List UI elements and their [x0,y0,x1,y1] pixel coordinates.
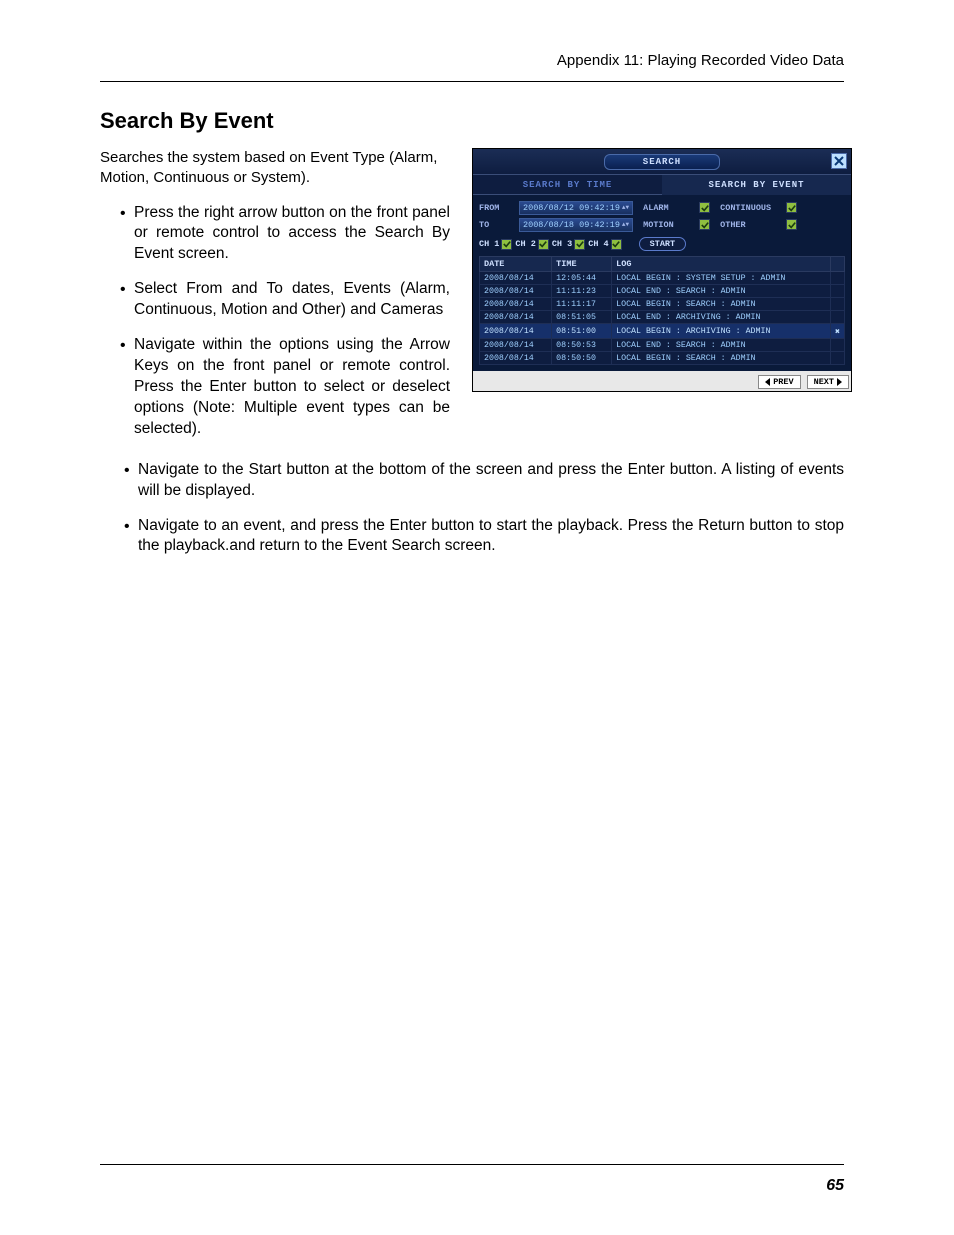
bullet-item: Navigate within the options using the Ar… [134,335,450,440]
triangle-right-icon [837,378,842,386]
triangle-left-icon [765,378,770,386]
col-date: DATE [480,257,552,272]
row-delete-button [831,285,845,298]
log-row[interactable]: 2008/08/1408:50:53LOCAL END : SEARCH : A… [480,339,845,352]
cell-date: 2008/08/14 [480,352,552,365]
check-icon [612,240,620,248]
cell-time: 08:51:05 [552,311,612,324]
col-time: TIME [552,257,612,272]
cell-date: 2008/08/14 [480,285,552,298]
bullet-item: Press the right arrow button on the fron… [134,203,450,266]
dvr-search-panel: SEARCH SEARCH BY TIME SEARCH BY EVENT FR… [472,148,852,392]
close-button[interactable] [831,153,847,169]
cell-date: 2008/08/14 [480,298,552,311]
cell-time: 11:11:23 [552,285,612,298]
cell-time: 08:51:00 [552,324,612,339]
pager: PREV NEXT [473,371,851,391]
check-icon [788,221,796,229]
appendix-header: Appendix 11: Playing Recorded Video Data [100,52,844,82]
log-row[interactable]: 2008/08/1408:50:50LOCAL BEGIN : SEARCH :… [480,352,845,365]
continuous-checkbox[interactable] [786,202,797,213]
cell-date: 2008/08/14 [480,339,552,352]
row-delete-button [831,272,845,285]
cell-log: LOCAL END : ARCHIVING : ADMIN [612,311,831,324]
page-number: 65 [826,1177,844,1195]
channel-2[interactable]: CH 2 [515,239,548,250]
right-column: SEARCH SEARCH BY TIME SEARCH BY EVENT FR… [472,148,852,454]
footer-rule [100,1164,844,1165]
ch1-checkbox[interactable] [501,239,512,250]
cell-log: LOCAL BEGIN : SEARCH : ADMIN [612,352,831,365]
left-column: Searches the system based on Event Type … [100,148,450,454]
row-delete-button[interactable]: ✖ [831,324,845,339]
spinner-icon[interactable]: ▲▼ [622,206,629,210]
start-button[interactable]: START [639,237,687,251]
check-icon [788,204,796,212]
cell-log: LOCAL BEGIN : SEARCH : ADMIN [612,298,831,311]
bullet-item: Select From and To dates, Events (Alarm,… [134,279,450,321]
dvr-titlebar: SEARCH [473,149,851,175]
cell-date: 2008/08/14 [480,272,552,285]
bullet-item: Navigate to the Start button at the bott… [138,460,844,502]
row-delete-button [831,298,845,311]
cell-log: LOCAL END : SEARCH : ADMIN [612,285,831,298]
ch2-checkbox[interactable] [538,239,549,250]
channel-3[interactable]: CH 3 [552,239,585,250]
continuous-label: CONTINUOUS [720,203,782,213]
motion-checkbox[interactable] [699,219,710,230]
cell-log: LOCAL BEGIN : ARCHIVING : ADMIN [612,324,831,339]
cell-date: 2008/08/14 [480,324,552,339]
bullet-item: Navigate to an event, and press the Ente… [138,516,844,558]
panel-title: SEARCH [604,154,720,170]
row-delete-button [831,339,845,352]
alarm-label: ALARM [643,203,695,213]
cell-date: 2008/08/14 [480,311,552,324]
cell-log: LOCAL END : SEARCH : ADMIN [612,339,831,352]
event-log-table: DATE TIME LOG 2008/08/1412:05:44LOCAL BE… [479,256,845,365]
log-row[interactable]: 2008/08/1411:11:17LOCAL BEGIN : SEARCH :… [480,298,845,311]
motion-label: MOTION [643,220,695,230]
close-icon [834,156,844,166]
tab-bar: SEARCH BY TIME SEARCH BY EVENT [473,175,851,195]
check-icon [539,240,547,248]
tab-search-by-event[interactable]: SEARCH BY EVENT [662,175,851,195]
next-button[interactable]: NEXT [807,375,849,389]
document-page: Appendix 11: Playing Recorded Video Data… [0,0,954,1235]
tab-search-by-time[interactable]: SEARCH BY TIME [473,175,662,195]
check-icon [701,221,709,229]
log-row[interactable]: 2008/08/1411:11:23LOCAL END : SEARCH : A… [480,285,845,298]
other-checkbox[interactable] [786,219,797,230]
channel-1[interactable]: CH 1 [479,239,512,250]
section-title: Search By Event [100,108,844,134]
to-label: TO [479,220,515,230]
spinner-icon[interactable]: ▲▼ [622,223,629,227]
from-label: FROM [479,203,515,213]
row-delete-button [831,311,845,324]
other-label: OTHER [720,220,782,230]
col-log: LOG [612,257,831,272]
to-datetime-input[interactable]: 2008/08/18 09:42:19 ▲▼ [519,218,633,232]
log-row[interactable]: 2008/08/1412:05:44LOCAL BEGIN : SYSTEM S… [480,272,845,285]
intro-paragraph: Searches the system based on Event Type … [100,148,450,189]
log-row[interactable]: 2008/08/1408:51:00LOCAL BEGIN : ARCHIVIN… [480,324,845,339]
check-icon [701,204,709,212]
cell-time: 08:50:50 [552,352,612,365]
log-row[interactable]: 2008/08/1408:51:05LOCAL END : ARCHIVING … [480,311,845,324]
from-datetime-input[interactable]: 2008/08/12 09:42:19 ▲▼ [519,201,633,215]
alarm-checkbox[interactable] [699,202,710,213]
cell-time: 12:05:44 [552,272,612,285]
to-value: 2008/08/18 09:42:19 [523,220,620,230]
from-value: 2008/08/12 09:42:19 [523,203,620,213]
check-icon [576,240,584,248]
cell-log: LOCAL BEGIN : SYSTEM SETUP : ADMIN [612,272,831,285]
cell-time: 11:11:17 [552,298,612,311]
ch3-checkbox[interactable] [574,239,585,250]
ch4-checkbox[interactable] [611,239,622,250]
check-icon [503,240,511,248]
col-action [831,257,845,272]
prev-button[interactable]: PREV [758,375,800,389]
row-delete-button [831,352,845,365]
cell-time: 08:50:53 [552,339,612,352]
channel-4[interactable]: CH 4 [588,239,621,250]
